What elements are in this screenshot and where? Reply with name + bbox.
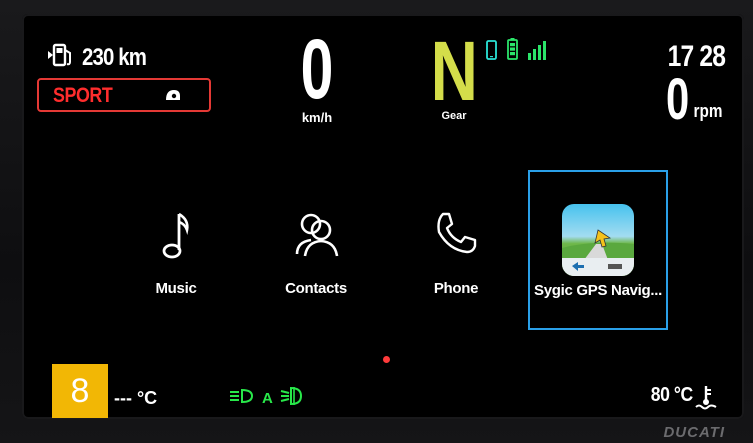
helmet-icon (165, 88, 181, 102)
phone-connected-icon (486, 40, 497, 60)
gear-indicator: N (430, 24, 478, 118)
headlight-icon (228, 388, 256, 408)
app-contacts[interactable]: Contacts (246, 170, 386, 330)
gear-label: Gear (441, 110, 467, 122)
app-music[interactable]: Music (106, 170, 246, 330)
engine-temperature: 80 °C (650, 384, 693, 406)
fog-light-icon (279, 386, 305, 410)
sygic-navigation-icon (562, 204, 634, 276)
fuel-range: 230 km (40, 42, 157, 73)
battery-icon (507, 38, 518, 60)
app-sygic-navigation[interactable]: Sygic GPS Navig... (528, 170, 668, 330)
speed-value: 0 (300, 22, 334, 116)
app-contacts-label: Contacts (285, 280, 347, 297)
connection-status (486, 38, 550, 60)
app-phone[interactable]: Phone (386, 170, 526, 330)
app-sygic-navigation-label: Sygic GPS Navig... (534, 282, 662, 299)
fuel-pump-icon (40, 42, 76, 73)
app-phone-label: Phone (433, 280, 479, 297)
rpm-value: 0 (665, 67, 689, 132)
app-music-label: Music (155, 280, 197, 297)
page-indicator (383, 356, 390, 363)
auto-light-label: A (262, 389, 273, 407)
contacts-icon (291, 210, 341, 263)
rpm-unit: rpm (693, 101, 723, 121)
music-note-icon (161, 210, 191, 267)
lights-status: A (228, 386, 305, 410)
brand-logo: DUCATI (663, 424, 725, 441)
ambient-temperature: --- °C (114, 388, 158, 408)
fuel-range-value: 230 km (82, 43, 147, 71)
phone-icon (433, 210, 479, 261)
tachometer: 0 rpm (657, 70, 725, 130)
riding-mode-box: SPORT (37, 78, 211, 112)
riding-mode-label: SPORT (53, 84, 113, 107)
coolant-temperature-icon (695, 384, 717, 415)
signal-strength-icon (528, 38, 550, 60)
speed-unit: km/h (301, 110, 333, 125)
step-badge: 8 (52, 364, 108, 418)
